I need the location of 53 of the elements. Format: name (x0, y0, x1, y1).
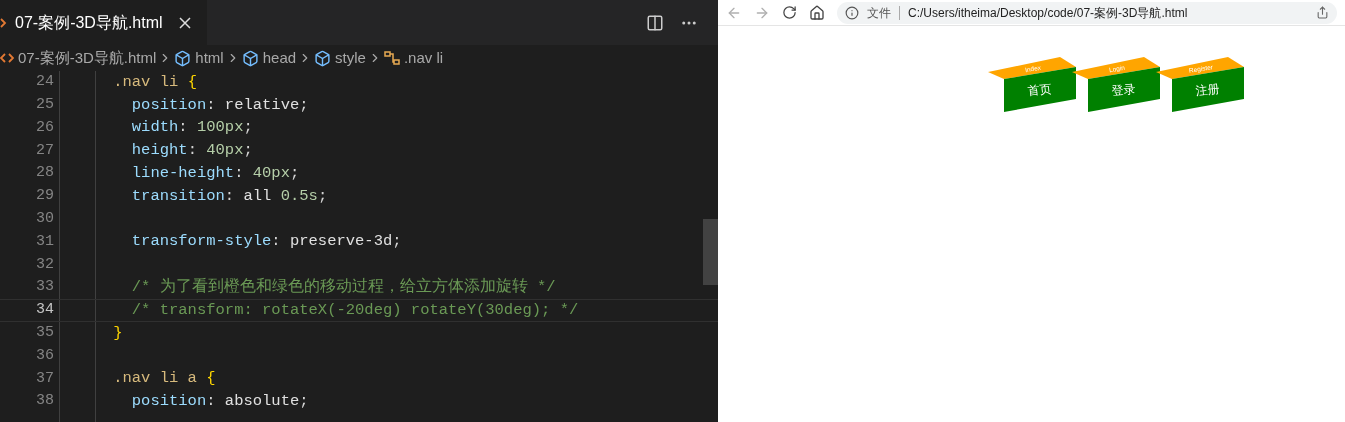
line-number: 35 (35, 322, 54, 343)
line-number: 26 (35, 117, 54, 138)
share-icon[interactable] (1316, 6, 1329, 19)
info-icon (845, 5, 859, 20)
line-number: 30 (35, 208, 54, 229)
code-line: position: relative; (130, 94, 309, 116)
line-number: 37 (35, 368, 54, 389)
cube-icon (314, 49, 332, 67)
line-number: 36 (35, 345, 54, 366)
line-number: 28 (35, 163, 54, 184)
scheme-label: 文件 (867, 4, 891, 22)
code-line: .nav li a { (112, 368, 216, 390)
code-line: /* transform: rotateX(-20deg) rotateY(30deg); */ (130, 299, 579, 321)
close-icon[interactable] (178, 16, 191, 29)
line-number: 24 (35, 72, 54, 93)
breadcrumb-item[interactable]: style (335, 46, 366, 70)
breadcrumb-item[interactable]: head (262, 46, 297, 70)
code-line: /* 为了看到橙色和绿色的移动过程，给立方体添加旋转 */ (130, 276, 556, 298)
html-file-icon (0, 53, 14, 63)
breadcrumb-item[interactable]: html (195, 46, 224, 70)
line-number: 29 (35, 186, 54, 207)
reload-icon[interactable] (782, 5, 797, 20)
selector-icon (383, 50, 400, 66)
nav-label: 首页 (1027, 81, 1053, 99)
code-line: position: absolute; (130, 390, 309, 412)
code-line: .nav li { (112, 71, 197, 93)
code-line: transform-style: preserve-3d; (130, 231, 402, 253)
code-line: line-height: 40px; (130, 162, 300, 184)
code-line: } (112, 322, 123, 344)
nav-label: 注册 (1195, 81, 1221, 99)
code-line: width: 100px; (130, 117, 253, 139)
address-bar[interactable]: 文件 C:/Users/itheima/Desktop/code/07-案例-3D导航.html (837, 1, 1337, 24)
line-number: 38 (35, 391, 54, 412)
chevron-icon (0, 17, 7, 28)
split-editor-icon[interactable] (646, 13, 664, 32)
line-number: 31 (35, 231, 54, 252)
line-number: 32 (35, 254, 54, 275)
breadcrumb-item[interactable]: 07-案例-3D导航.html (18, 46, 157, 70)
breadcrumb-item[interactable]: .nav li (403, 46, 444, 70)
editor-tab[interactable]: 07-案例-3D导航.html (0, 0, 207, 45)
tab-title: 07-案例-3D导航.html (15, 12, 163, 33)
line-number: 27 (35, 140, 54, 161)
cube-icon (174, 49, 192, 67)
scrollbar-thumb[interactable] (703, 219, 718, 285)
cube-icon (241, 49, 259, 67)
code-line: height: 40px; (130, 140, 253, 162)
line-number: 33 (35, 277, 54, 298)
nav-label: 登录 (1111, 81, 1137, 99)
url-text: C:/Users/itheima/Desktop/code/07-案例-3D导航.html (908, 4, 1188, 22)
home-icon[interactable] (809, 4, 825, 21)
line-number: 34 (35, 300, 54, 321)
code-line: transition: all 0.5s; (130, 185, 328, 207)
line-number: 25 (35, 94, 54, 115)
